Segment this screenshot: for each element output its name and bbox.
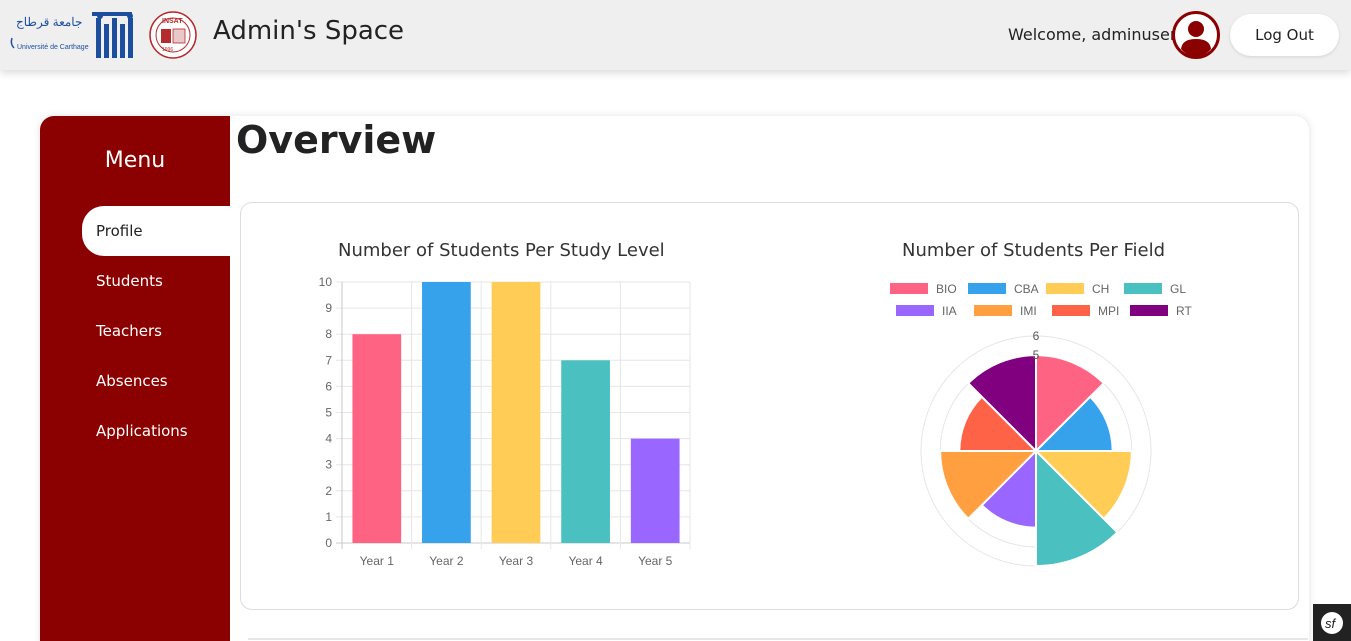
legend-label[interactable]: CH (1092, 282, 1109, 296)
y-tick-label: 5 (325, 406, 332, 420)
logo-arabic-text: جامعة قرطاج (16, 15, 82, 29)
bar-year-1[interactable] (352, 334, 402, 543)
bar-year-5[interactable] (630, 438, 680, 543)
university-carthage-logo: جامعة قرطاج Université de Carthage (10, 12, 133, 58)
logo-french-text: Université de Carthage (17, 44, 89, 51)
radial-tick-label: 5 (1033, 348, 1040, 362)
polar-chart-title: Number of Students Per Field (902, 240, 1166, 261)
y-tick-label: 2 (325, 484, 332, 498)
sidebar-item-students[interactable]: Students (82, 256, 230, 306)
bar-chart-title: Number of Students Per Study Level (338, 240, 665, 261)
legend-label[interactable]: BIO (936, 282, 957, 296)
legend-label[interactable]: RT (1176, 304, 1192, 318)
sidebar-item-teachers[interactable]: Teachers (82, 306, 230, 356)
legend-swatch[interactable] (896, 305, 934, 316)
x-tick-label: Year 3 (499, 554, 534, 568)
x-tick-label: Year 4 (568, 554, 603, 568)
legend-swatch[interactable] (968, 283, 1006, 294)
sidebar-item-absences[interactable]: Absences (82, 356, 230, 406)
legend-swatch[interactable] (890, 283, 928, 294)
next-card-edge (248, 638, 1308, 640)
bar-year-2[interactable] (422, 282, 471, 543)
legend-swatch[interactable] (974, 305, 1012, 316)
logout-button[interactable]: Log Out (1230, 14, 1339, 56)
user-circle-icon[interactable] (1172, 11, 1220, 59)
legend-label[interactable]: IMI (1020, 304, 1037, 318)
sidebar-title: Menu (104, 148, 166, 173)
legend-swatch[interactable] (1124, 283, 1162, 294)
y-tick-label: 1 (325, 510, 332, 524)
bar-year-4[interactable] (561, 360, 610, 543)
page-title: Overview (236, 118, 437, 162)
x-tick-label: Year 2 (429, 554, 464, 568)
legend-swatch[interactable] (1052, 305, 1090, 316)
x-tick-label: Year 5 (638, 554, 673, 568)
y-tick-label: 6 (325, 379, 332, 393)
sidebar-item-profile[interactable]: Profile (82, 206, 230, 256)
legend-label[interactable]: GL (1170, 282, 1186, 296)
legend-swatch[interactable] (1130, 305, 1168, 316)
bar-chart: 0 1 2 3 4 5 6 7 8 9 10 Year 1 Year 2 Year 3 Year 4 Year… (319, 275, 691, 568)
y-tick-label: 4 (325, 432, 332, 446)
top-bar: جامعة قرطاج Université de Carthage INSAT… (0, 0, 1351, 70)
y-tick-label: 3 (325, 458, 332, 472)
y-tick-label: 7 (325, 353, 332, 367)
insat-logo-text: INSAT (162, 18, 183, 25)
legend-label[interactable]: IIA (942, 304, 957, 318)
welcome-text: Welcome, adminuser (1008, 25, 1177, 44)
insat-logo: INSAT 1996 (149, 11, 197, 59)
symfony-icon[interactable]: sf (1313, 604, 1351, 641)
y-tick-label: 9 (325, 301, 332, 315)
bar-year-3[interactable] (491, 282, 541, 543)
polar-chart: BIO CBA CH GL IIA IMI MPI RT 5 6 (890, 282, 1192, 568)
symfony-label: sf (1325, 616, 1337, 631)
insat-logo-year: 1996 (162, 47, 173, 53)
y-tick-label: 10 (319, 275, 333, 289)
x-tick-label: Year 1 (360, 554, 395, 568)
sidebar-item-applications[interactable]: Applications (82, 406, 230, 456)
legend-label[interactable]: MPI (1098, 304, 1119, 318)
radial-tick-label: 6 (1033, 329, 1040, 343)
legend-swatch[interactable] (1046, 283, 1084, 294)
app-title: Admin's Space (213, 16, 405, 46)
y-tick-label: 0 (325, 536, 332, 550)
legend-label[interactable]: CBA (1014, 282, 1039, 296)
y-tick-label: 8 (325, 327, 332, 341)
